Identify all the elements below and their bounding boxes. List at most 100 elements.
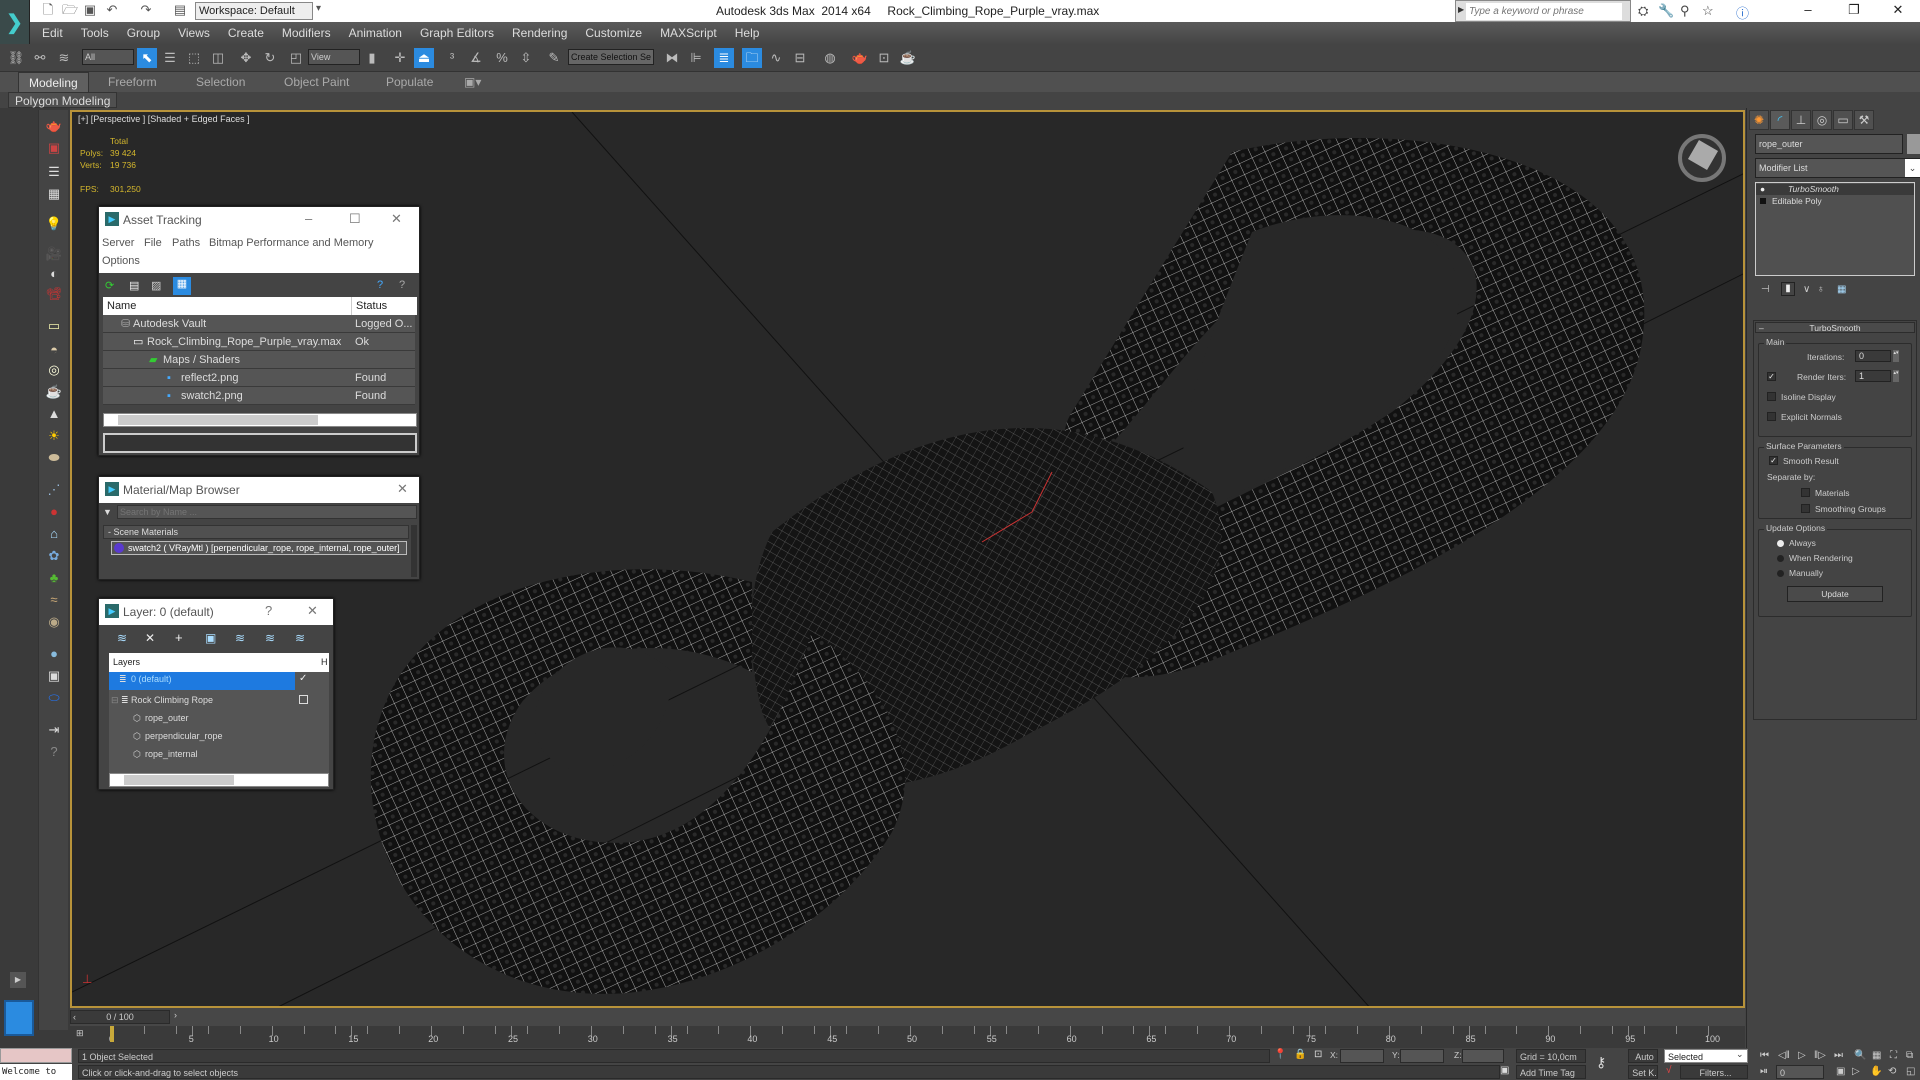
update-manually-radio[interactable] [1777,570,1784,577]
menu-group[interactable]: Group [127,26,160,40]
list-view-icon[interactable]: ▤ [129,279,139,292]
x-coordinate-input[interactable] [1340,1049,1384,1063]
set-key-mode-icon[interactable]: ⚷ [1596,1054,1606,1071]
render-iters-input[interactable]: 1 [1855,370,1891,382]
menu-animation[interactable]: Animation [349,26,402,40]
menu-tools[interactable]: Tools [81,26,109,40]
current-layer-check-icon[interactable]: ✓ [299,673,307,684]
rotate-icon[interactable]: ↻ [260,48,280,68]
next-key-icon[interactable]: ‖▷ [1814,1050,1826,1061]
viewcube-icon[interactable] [1678,134,1726,182]
rollout-header[interactable]: – TurboSmooth [1755,322,1915,333]
col-name[interactable]: Name [107,297,136,315]
polygon-modeling-panel[interactable]: Polygon Modeling [8,92,118,108]
create-layer-icon[interactable]: ≋ [117,631,127,645]
motion-tab-icon[interactable]: ◎ [1812,110,1832,130]
mirror-icon[interactable]: ⧓ [662,48,682,68]
material-item[interactable]: swatch2 ( VRayMtl ) [perpendicular_rope,… [111,541,407,555]
rectangular-selection-icon[interactable]: ⬚ [184,48,204,68]
menu-server[interactable]: Server [102,237,134,249]
create-tab-icon[interactable]: ✺ [1749,110,1769,130]
open-file-icon[interactable]: 🗁 [62,2,78,18]
camera-icon[interactable]: 🎥 [45,246,63,262]
select-by-name-icon[interactable]: ☰ [160,48,180,68]
horizontal-scrollbar[interactable] [109,773,329,787]
set-current-layer-icon[interactable]: ≋ [265,631,275,645]
scrollbar-thumb[interactable] [118,415,318,425]
y-coordinate-input[interactable] [1400,1049,1444,1063]
mesh-light-icon[interactable]: ☕ [45,384,63,400]
time-slider[interactable]: ‹ 0 / 100 › [70,1008,1745,1026]
workspace-chevron-icon[interactable]: ▾ [316,3,321,14]
ies-light-icon[interactable]: ▲ [45,406,63,422]
field-of-view-icon[interactable]: ▷ [1852,1066,1860,1077]
camera-target-icon[interactable]: ◐ [45,266,63,282]
clipper-icon[interactable]: ✿ [45,548,63,564]
ribbon-tab-selection[interactable]: Selection [186,72,255,92]
play-icon[interactable]: ▷ [1798,1050,1806,1061]
scene-explorer-icon[interactable]: ≣ [714,48,734,68]
menu-maxscript[interactable]: MAXScript [660,26,717,40]
prev-frame-icon[interactable]: ‹ [73,1011,76,1023]
path-field[interactable] [103,433,417,453]
maxscript-listener-input[interactable]: Welcome to [0,1064,72,1080]
asset-row[interactable]: ⛁ Autodesk Vault Logged O... [103,315,415,333]
render-window-icon[interactable]: ▣ [45,140,63,156]
add-time-tag[interactable]: Add Time Tag [1516,1065,1586,1079]
ribbon-tab-freeform[interactable]: Freeform [98,72,167,92]
close-icon[interactable]: ✕ [307,603,318,619]
ornatrix-icon[interactable]: ◉ [45,614,63,630]
curve-editor-icon[interactable]: ∿ [766,48,786,68]
render-setup-icon[interactable]: 🫖 [850,48,870,68]
spinner-snap-icon[interactable]: ⇳ [516,48,536,68]
display-tab-icon[interactable]: ▭ [1833,110,1853,130]
close-icon[interactable]: ✕ [397,481,408,497]
hair-farm-icon[interactable]: ≈ [45,592,63,608]
layer-object-row[interactable]: ⬡ rope_internal [109,745,295,763]
thumbnail-view-icon[interactable]: ▨ [151,279,161,292]
expand-panel-icon[interactable]: ▶ [10,972,26,988]
asset-row[interactable]: ▭ Rock_Climbing_Rope_Purple_vray.max Ok [103,333,415,351]
table-icon[interactable]: ▦ [45,186,63,202]
stack-item-turbosmooth[interactable]: ● TurboSmooth [1756,184,1914,195]
iterations-input[interactable]: 0 [1855,350,1891,362]
viewcube-face[interactable] [1687,139,1719,171]
smooth-result-checkbox[interactable]: ✓ [1769,456,1778,465]
set-key-button[interactable]: Set K. [1628,1065,1658,1079]
menu-modifiers[interactable]: Modifiers [282,26,331,40]
dome-light-icon[interactable]: ◓ [45,342,63,358]
plane-light-icon[interactable]: ▭ [45,318,63,334]
pin-stack-icon[interactable]: ⊣ [1761,284,1770,295]
maximize-viewport-icon[interactable]: ◱ [1906,1066,1915,1077]
selection-region-icon[interactable]: ⬭ [45,690,63,706]
schematic-view-icon[interactable]: ⊟ [790,48,810,68]
asset-row[interactable]: ▰ Maps / Shaders [103,351,415,369]
go-to-start-icon[interactable]: ⏮ [1760,1050,1769,1061]
select-and-link-icon[interactable]: ⛓ [6,48,26,68]
snaps-toggle-icon[interactable]: ³ [442,48,462,68]
workspace-dropdown[interactable]: Workspace: Default [195,2,313,20]
update-always-radio[interactable] [1777,540,1784,547]
render-iters-checkbox[interactable]: ✓ [1767,372,1776,381]
help-query-icon[interactable]: ? [377,279,383,291]
material-editor-icon[interactable]: ◍ [820,48,840,68]
utilities-tab-icon[interactable]: ⚒ [1854,110,1874,130]
menu-file[interactable]: File [144,237,162,249]
default-tangent-icon[interactable]: √ [1666,1065,1672,1076]
current-frame-marker[interactable] [110,1026,114,1042]
layer-object-row[interactable]: ⬡ rope_outer [109,709,295,727]
zoom-icon[interactable]: 🔍 [1854,1050,1866,1061]
remove-modifier-icon[interactable]: ♁ [1817,284,1825,295]
fur-icon[interactable]: ⋰ [45,482,63,498]
new-file-icon[interactable]: 🗋 [40,2,56,18]
update-when-rendering-radio[interactable] [1777,555,1784,562]
time-tag-icon[interactable]: ▣ [1500,1065,1509,1076]
asset-tracking-titlebar[interactable]: ▶ Asset Tracking – ☐ ✕ [99,207,419,233]
menu-paths[interactable]: Paths [172,237,200,249]
auto-key-button[interactable]: Auto [1628,1049,1658,1063]
ribbon-tab-populate[interactable]: Populate [376,72,443,92]
layer-window-titlebar[interactable]: ▶ Layer: 0 (default) ? ✕ [99,599,333,625]
key-mode-toggle-icon[interactable]: ⏯ [1760,1066,1768,1077]
hierarchy-tab-icon[interactable]: ⊥ [1791,110,1811,130]
material-browser-titlebar[interactable]: ▶ Material/Map Browser ✕ [99,477,419,503]
